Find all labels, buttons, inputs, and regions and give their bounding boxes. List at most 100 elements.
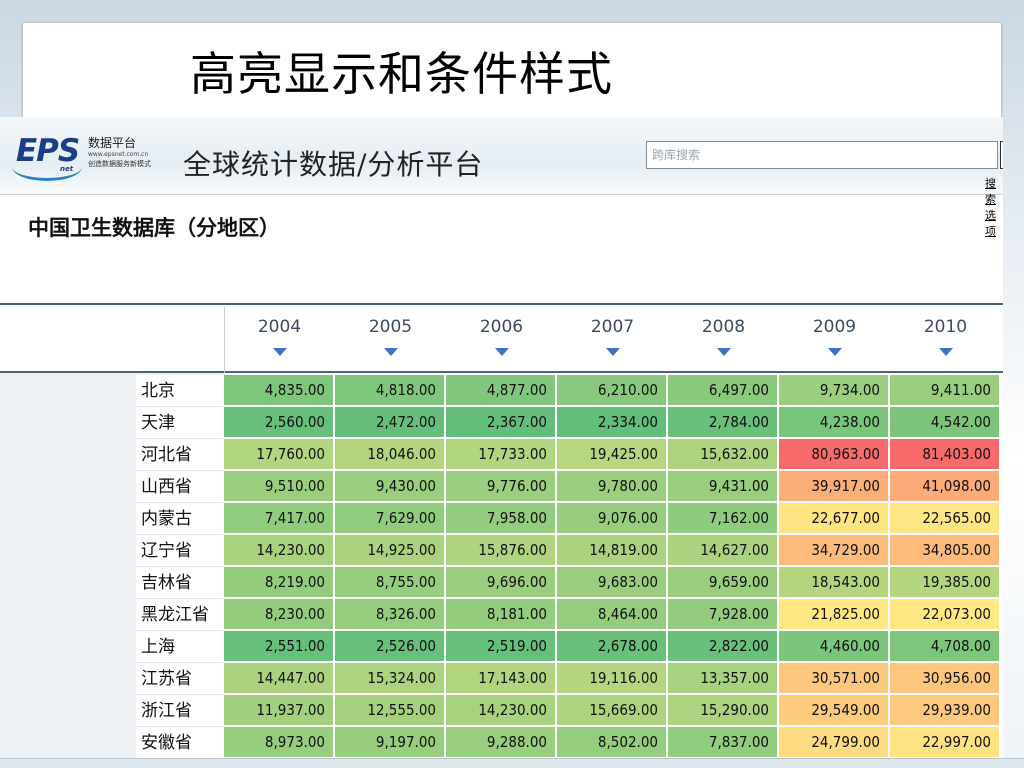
- data-cell[interactable]: 17,143.00: [446, 663, 556, 694]
- row-label[interactable]: 吉林省: [136, 567, 224, 599]
- sort-arrow-icon[interactable]: [383, 348, 398, 356]
- row-label[interactable]: 安徽省: [136, 727, 224, 759]
- data-cell[interactable]: 8,230.00: [224, 599, 334, 630]
- row-label[interactable]: 黑龙江省: [136, 599, 224, 631]
- data-cell[interactable]: 9,411.00: [890, 375, 1000, 406]
- data-cell[interactable]: 14,230.00: [446, 695, 556, 726]
- data-cell[interactable]: 8,326.00: [335, 599, 445, 630]
- data-cell[interactable]: 9,780.00: [557, 471, 667, 502]
- data-cell[interactable]: 15,632.00: [668, 439, 778, 470]
- data-cell[interactable]: 7,162.00: [668, 503, 778, 534]
- data-cell[interactable]: 8,219.00: [224, 567, 334, 598]
- data-cell[interactable]: 15,669.00: [557, 695, 667, 726]
- data-cell[interactable]: 14,230.00: [224, 535, 334, 566]
- row-label[interactable]: 江苏省: [136, 663, 224, 695]
- data-cell[interactable]: 9,696.00: [446, 567, 556, 598]
- data-cell[interactable]: 6,210.00: [557, 375, 667, 406]
- data-cell[interactable]: 17,760.00: [224, 439, 334, 470]
- data-cell[interactable]: 9,431.00: [668, 471, 778, 502]
- data-cell[interactable]: 14,627.00: [668, 535, 778, 566]
- data-cell[interactable]: 2,678.00: [557, 631, 667, 662]
- search-button[interactable]: [1000, 141, 1003, 169]
- data-cell[interactable]: 81,403.00: [890, 439, 1000, 470]
- data-cell[interactable]: 8,755.00: [335, 567, 445, 598]
- column-header-2004[interactable]: 2004: [224, 317, 335, 337]
- data-cell[interactable]: 22,677.00: [779, 503, 889, 534]
- data-cell[interactable]: 8,464.00: [557, 599, 667, 630]
- data-cell[interactable]: 2,560.00: [224, 407, 334, 438]
- column-header-2009[interactable]: 2009: [779, 317, 890, 337]
- data-cell[interactable]: 4,542.00: [890, 407, 1000, 438]
- row-label[interactable]: 浙江省: [136, 695, 224, 727]
- column-header-2005[interactable]: 2005: [335, 317, 446, 337]
- search-input[interactable]: 跨库搜索: [646, 141, 998, 169]
- column-header-2007[interactable]: 2007: [557, 317, 668, 337]
- data-cell[interactable]: 2,784.00: [668, 407, 778, 438]
- data-cell[interactable]: 2,551.00: [224, 631, 334, 662]
- data-cell[interactable]: 9,776.00: [446, 471, 556, 502]
- row-label[interactable]: 辽宁省: [136, 535, 224, 567]
- data-cell[interactable]: 15,324.00: [335, 663, 445, 694]
- data-cell[interactable]: 18,046.00: [335, 439, 445, 470]
- search-options-link[interactable]: 搜索选项: [985, 175, 1003, 239]
- row-label[interactable]: 上海: [136, 631, 224, 663]
- column-header-2006[interactable]: 2006: [446, 317, 557, 337]
- data-cell[interactable]: 2,519.00: [446, 631, 556, 662]
- data-cell[interactable]: 2,526.00: [335, 631, 445, 662]
- data-cell[interactable]: 29,549.00: [779, 695, 889, 726]
- data-cell[interactable]: 9,734.00: [779, 375, 889, 406]
- data-cell[interactable]: 19,116.00: [557, 663, 667, 694]
- data-cell[interactable]: 8,973.00: [224, 727, 334, 758]
- data-cell[interactable]: 9,076.00: [557, 503, 667, 534]
- data-cell[interactable]: 9,683.00: [557, 567, 667, 598]
- data-cell[interactable]: 11,937.00: [224, 695, 334, 726]
- data-cell[interactable]: 4,238.00: [779, 407, 889, 438]
- data-cell[interactable]: 34,729.00: [779, 535, 889, 566]
- data-cell[interactable]: 7,837.00: [668, 727, 778, 758]
- data-cell[interactable]: 7,958.00: [446, 503, 556, 534]
- data-cell[interactable]: 4,708.00: [890, 631, 1000, 662]
- data-cell[interactable]: 22,565.00: [890, 503, 1000, 534]
- sort-arrow-icon[interactable]: [827, 348, 842, 356]
- data-cell[interactable]: 9,288.00: [446, 727, 556, 758]
- data-cell[interactable]: 7,417.00: [224, 503, 334, 534]
- data-cell[interactable]: 12,555.00: [335, 695, 445, 726]
- row-label[interactable]: 天津: [136, 407, 224, 439]
- data-cell[interactable]: 14,925.00: [335, 535, 445, 566]
- data-cell[interactable]: 80,963.00: [779, 439, 889, 470]
- data-cell[interactable]: 41,098.00: [890, 471, 1000, 502]
- data-cell[interactable]: 21,825.00: [779, 599, 889, 630]
- data-cell[interactable]: 24,799.00: [779, 727, 889, 758]
- row-label[interactable]: 内蒙古: [136, 503, 224, 535]
- sort-arrow-icon[interactable]: [716, 348, 731, 356]
- data-cell[interactable]: 6,497.00: [668, 375, 778, 406]
- row-label[interactable]: 河北省: [136, 439, 224, 471]
- data-cell[interactable]: 17,733.00: [446, 439, 556, 470]
- data-cell[interactable]: 7,928.00: [668, 599, 778, 630]
- data-cell[interactable]: 9,430.00: [335, 471, 445, 502]
- data-cell[interactable]: 15,876.00: [446, 535, 556, 566]
- data-cell[interactable]: 2,367.00: [446, 407, 556, 438]
- data-cell[interactable]: 4,460.00: [779, 631, 889, 662]
- data-cell[interactable]: 13,357.00: [668, 663, 778, 694]
- data-cell[interactable]: 8,502.00: [557, 727, 667, 758]
- sort-arrow-icon[interactable]: [494, 348, 509, 356]
- eps-logo[interactable]: EPS net: [12, 133, 82, 181]
- row-label[interactable]: 山西省: [136, 471, 224, 503]
- row-label[interactable]: 北京: [136, 375, 224, 407]
- data-cell[interactable]: 2,472.00: [335, 407, 445, 438]
- sort-arrow-icon[interactable]: [272, 348, 287, 356]
- data-cell[interactable]: 30,571.00: [779, 663, 889, 694]
- sort-arrow-icon[interactable]: [605, 348, 620, 356]
- data-cell[interactable]: 30,956.00: [890, 663, 1000, 694]
- data-cell[interactable]: 9,659.00: [668, 567, 778, 598]
- data-cell[interactable]: 7,629.00: [335, 503, 445, 534]
- data-cell[interactable]: 34,805.00: [890, 535, 1000, 566]
- data-cell[interactable]: 9,510.00: [224, 471, 334, 502]
- data-cell[interactable]: 9,197.00: [335, 727, 445, 758]
- column-header-2008[interactable]: 2008: [668, 317, 779, 337]
- data-cell[interactable]: 2,822.00: [668, 631, 778, 662]
- data-cell[interactable]: 4,877.00: [446, 375, 556, 406]
- data-cell[interactable]: 4,835.00: [224, 375, 334, 406]
- data-cell[interactable]: 2,334.00: [557, 407, 667, 438]
